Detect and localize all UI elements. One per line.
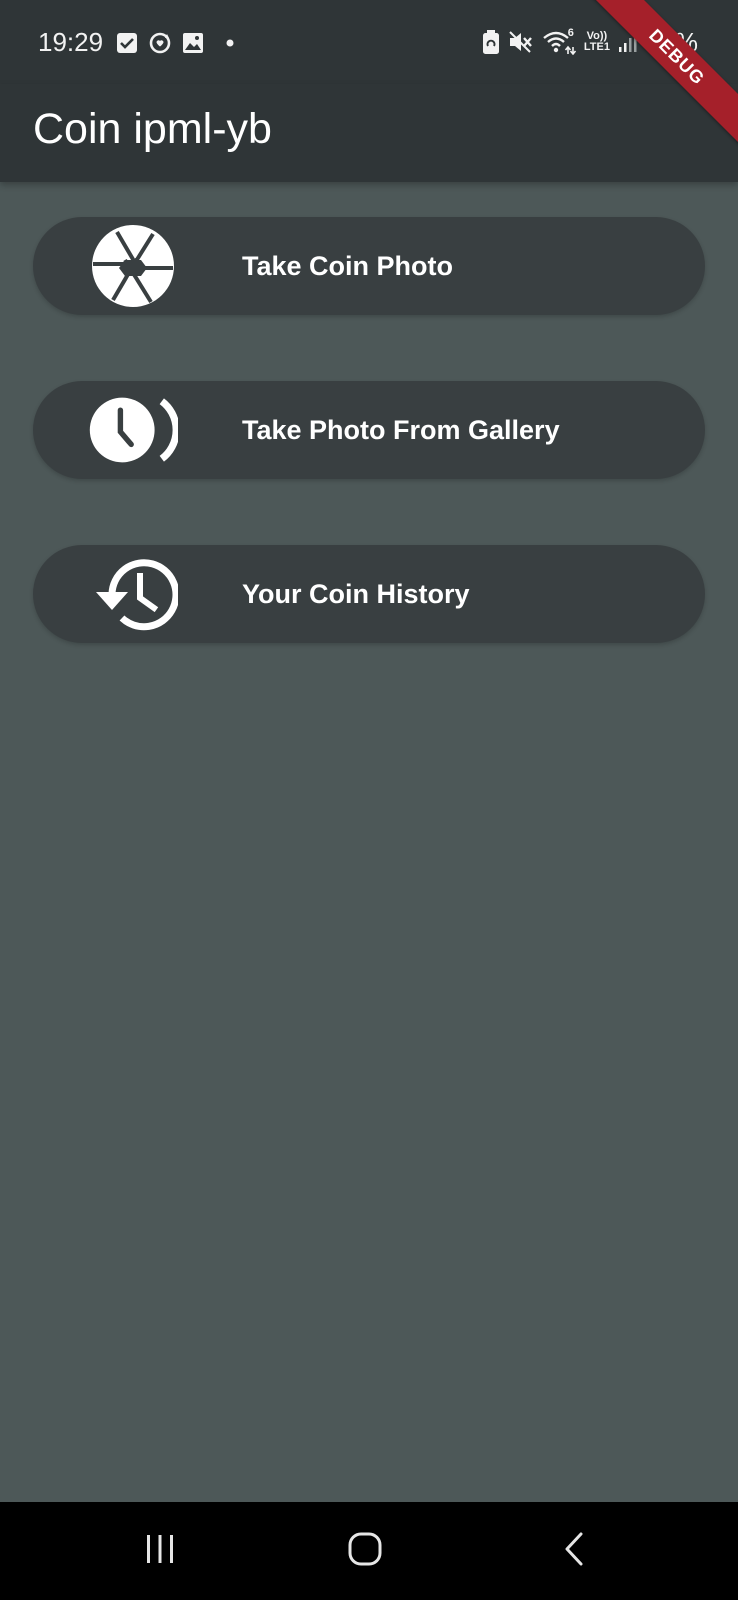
- battery-saver-icon: [482, 30, 500, 54]
- your-coin-history-label: Your Coin History: [242, 579, 470, 609]
- recents-button[interactable]: [130, 1526, 190, 1576]
- mute-icon: [508, 30, 534, 54]
- back-icon: [562, 1531, 586, 1572]
- wifi-icon: 6: [542, 27, 576, 55]
- take-photo-from-gallery-button[interactable]: Take Photo From Gallery: [33, 381, 705, 479]
- checkbox-icon: [116, 32, 138, 54]
- status-time: 19:29: [38, 27, 104, 57]
- back-button[interactable]: [544, 1526, 604, 1576]
- take-coin-photo-label: Take Coin Photo: [242, 251, 454, 281]
- take-coin-photo-button[interactable]: Take Coin Photo: [33, 217, 705, 315]
- history-icon: [88, 552, 178, 636]
- screen: 19:29 6 Vo)) LTE1 Coin ipml-yb DEBUG Tak…: [0, 0, 738, 1600]
- navigation-bar: [0, 1502, 738, 1600]
- image-icon: [182, 32, 204, 54]
- status-notification-icons: [116, 31, 234, 55]
- dot-icon: [226, 39, 234, 47]
- wifi-label: 6: [567, 27, 574, 39]
- lte-label: LTE1: [583, 41, 610, 53]
- page-title: Coin ipml-yb: [33, 105, 272, 153]
- clock-gallery-icon: [88, 388, 178, 472]
- menu: Take Coin Photo Take Photo From Gallery: [33, 217, 705, 709]
- home-button[interactable]: [335, 1526, 395, 1576]
- home-icon: [347, 1531, 383, 1572]
- recents-icon: [143, 1533, 177, 1570]
- your-coin-history-button[interactable]: Your Coin History: [33, 545, 705, 643]
- camera-aperture-icon: [88, 224, 178, 308]
- take-photo-from-gallery-label: Take Photo From Gallery: [242, 415, 560, 445]
- app-bar: Coin ipml-yb: [0, 84, 738, 182]
- network-label: Vo)) LTE1: [584, 31, 610, 53]
- sync-heart-icon: [148, 31, 172, 55]
